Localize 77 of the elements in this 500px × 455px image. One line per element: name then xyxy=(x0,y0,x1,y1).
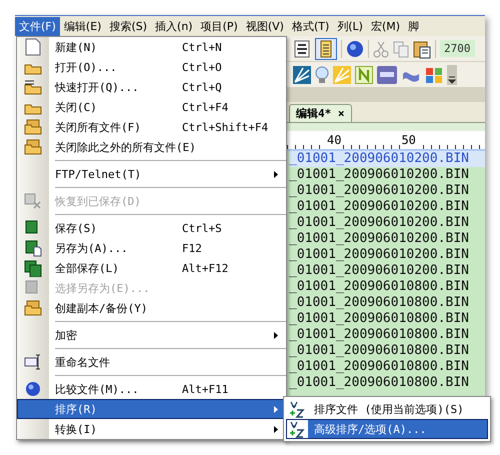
text-line: _01001_200906010800.BIN xyxy=(289,279,470,295)
text-line: _01001_200906010200.BIN xyxy=(289,247,470,263)
text-line: _01001_200906010200.BIN xyxy=(289,183,470,199)
label-icon[interactable] xyxy=(377,66,397,84)
disk-cross-icon xyxy=(24,193,42,209)
disk-page-icon xyxy=(24,240,42,256)
text-line: _01001_200906010800.BIN xyxy=(289,359,470,375)
shortcut-label: Ctrl+O xyxy=(182,60,222,74)
shortcut-label: F12 xyxy=(182,242,202,254)
menu-bar-item[interactable]: 搜索(S) xyxy=(105,16,152,36)
shortcut-label: Ctrl+N xyxy=(182,40,222,54)
overflow-chevron-icon[interactable] xyxy=(447,64,457,84)
list-folder-icon xyxy=(24,79,42,95)
globe-icon xyxy=(25,381,41,397)
letter-n-icon[interactable] xyxy=(355,66,373,84)
menu-bar-item[interactable]: 格式(T) xyxy=(288,16,334,36)
text-line: _01001_200906010200.BIN xyxy=(289,231,470,247)
shortcut-label: Alt+F12 xyxy=(182,262,228,274)
text-line: _01001_200906010200.BIN xyxy=(289,215,470,231)
text-line: _01001_200906010800.BIN xyxy=(289,327,470,343)
shortcut-label: Alt+F11 xyxy=(182,382,228,396)
sort-az-icon xyxy=(288,420,306,438)
lightbulb-icon[interactable] xyxy=(315,66,329,84)
text-line: _01001_200906010800.BIN xyxy=(289,295,470,311)
text-line: _01001_200906010200.BIN xyxy=(289,263,470,279)
menu-item[interactable]: 另存为(A)... F12 xyxy=(17,238,286,258)
shortcut-label: Ctrl+S xyxy=(182,222,222,234)
menu-item[interactable]: 排序(R) xyxy=(17,399,286,419)
menu-bar-item[interactable]: 编辑(E) xyxy=(60,16,106,36)
menu-bar-item[interactable]: 项目(P) xyxy=(196,16,242,36)
sun-rays-icon[interactable] xyxy=(293,66,311,84)
number-field[interactable]: 2700 xyxy=(440,40,474,57)
menu-bar-item[interactable]: 宏(M) xyxy=(366,16,404,36)
menu-item[interactable]: 重命名文件 xyxy=(17,352,286,372)
menu-bar-item[interactable]: 列(L) xyxy=(333,16,367,36)
menu-item[interactable]: 全部保存(L) Alt+F12 xyxy=(17,258,286,278)
editor-tab[interactable]: 编辑4* × xyxy=(289,104,352,122)
menu-item[interactable]: 关闭(C) Ctrl+F4 xyxy=(17,97,286,117)
disks-icon xyxy=(24,260,42,276)
text-line: _01001_200906010800.BIN xyxy=(289,375,470,391)
text-line: _01001_200906010800.BIN xyxy=(289,343,470,359)
ruler-label: 50 xyxy=(401,134,416,149)
menu-item[interactable]: 转换(I) xyxy=(17,419,286,439)
menu-item[interactable]: 排序文件 (使用当前选项)(S) xyxy=(286,399,488,419)
folders-icon xyxy=(24,119,42,135)
menu-item[interactable]: FTP/Telnet(T) xyxy=(17,164,286,184)
text-line: _01001_200906010200.BIN xyxy=(289,199,470,215)
shortcut-label: Ctrl+F4 xyxy=(182,100,228,114)
scissors-icon[interactable] xyxy=(373,40,389,58)
menu-item[interactable]: 快速打开(Q)... Ctrl+Q xyxy=(17,77,286,97)
menu-item[interactable]: 加密 xyxy=(17,325,286,345)
ruler-label: 40 xyxy=(327,134,342,149)
menu-item[interactable]: 新建(N) Ctrl+N xyxy=(17,37,286,57)
menu-item[interactable]: 创建副本/备份(Y) xyxy=(17,298,286,318)
document-lines-icon[interactable] xyxy=(315,38,337,60)
menu-item[interactable]: 关闭所有文件(F) Ctrl+Shift+F4 xyxy=(17,117,286,137)
shortcut-label: Ctrl+Q xyxy=(182,80,222,94)
globe-icon[interactable] xyxy=(346,40,364,58)
rename-icon xyxy=(24,354,42,370)
sort-az-icon xyxy=(288,400,306,418)
clipboard-icon[interactable] xyxy=(413,38,431,58)
text-line: _01001_200906010200.BIN xyxy=(289,167,470,183)
menu-bar-item[interactable]: 插入(n) xyxy=(151,16,197,36)
menu-item[interactable]: 关闭除此之外的所有文件(E) xyxy=(17,137,286,157)
menu-item[interactable]: 打开(O)... Ctrl+O xyxy=(17,57,286,77)
menu-bar-item[interactable]: 脚 xyxy=(404,16,424,36)
menu-bar-item[interactable]: 文件(F) xyxy=(15,16,60,36)
page-icon xyxy=(25,38,41,56)
menu-item[interactable]: 保存(S) Ctrl+S xyxy=(17,218,286,238)
text-line: _01001_200906010800.BIN xyxy=(289,311,470,327)
shortcut-label: Ctrl+Shift+F4 xyxy=(182,120,268,134)
menu-item[interactable]: 高级排序/选项(A)... xyxy=(286,419,488,439)
menu-bar-item[interactable]: 视图(V) xyxy=(242,16,288,36)
menu-item[interactable]: 比较文件(M)... Alt+F11 xyxy=(17,379,286,399)
close-button[interactable]: × xyxy=(338,107,344,120)
folders-icon xyxy=(24,300,42,316)
folders-icon xyxy=(24,139,42,155)
